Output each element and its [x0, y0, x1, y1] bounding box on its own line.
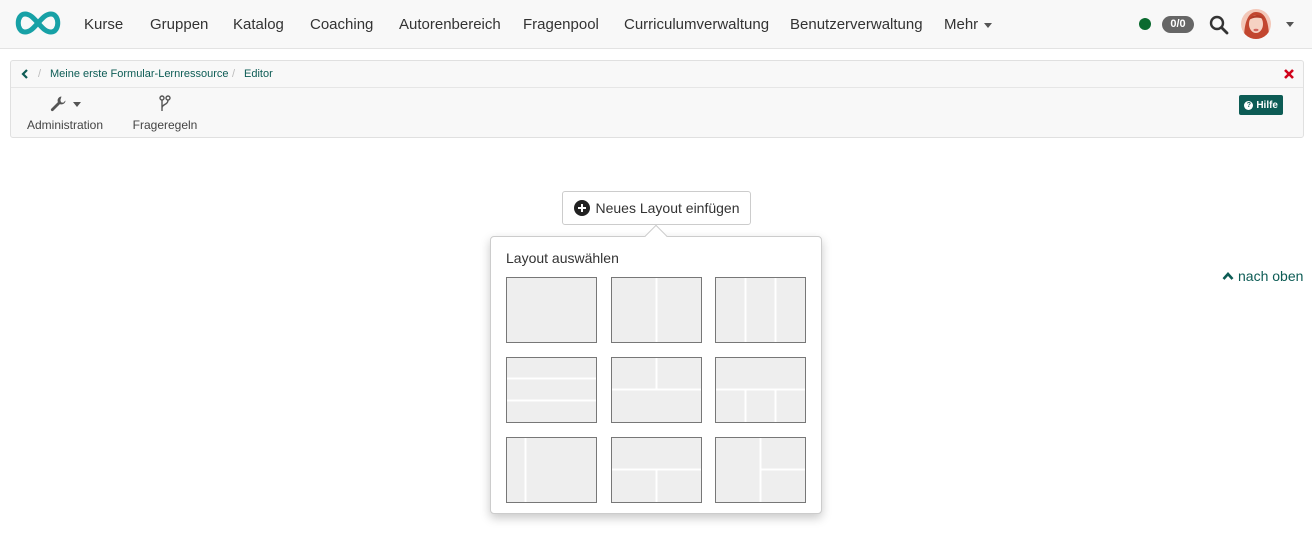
layout-option-left-with-right-split[interactable] — [715, 437, 806, 503]
search-icon[interactable] — [1209, 15, 1229, 35]
popover-arrow — [644, 224, 668, 248]
layout-option-three-columns[interactable] — [715, 277, 806, 343]
nav-benutzerverwaltung[interactable]: Benutzerverwaltung — [790, 16, 923, 33]
layout-option-single-column[interactable] — [506, 277, 597, 343]
frageregeln-button[interactable]: Frageregeln — [130, 94, 200, 132]
popover-title: Layout auswählen — [506, 250, 619, 266]
nav-gruppen[interactable]: Gruppen — [150, 16, 208, 33]
top-navigation: Kurse Gruppen Katalog Coaching Autorenbe… — [0, 0, 1312, 49]
layout-option-two-columns-over-full[interactable] — [611, 357, 702, 423]
nav-coaching[interactable]: Coaching — [310, 16, 373, 33]
breadcrumb-resource-link[interactable]: Meine erste Formular-Lernressource — [50, 68, 229, 80]
layout-three-columns-icon — [715, 277, 806, 343]
nav-katalog[interactable]: Katalog — [233, 16, 284, 33]
openolat-logo[interactable] — [11, 9, 65, 37]
editor-panel: / Meine erste Formular-Lernressource / E… — [10, 60, 1304, 138]
layout-option-two-columns[interactable] — [611, 277, 702, 343]
user-menu-chevron-icon[interactable] — [1286, 22, 1294, 27]
insert-layout-button[interactable]: Neues Layout einfügen — [562, 191, 751, 225]
frageregeln-label: Frageregeln — [132, 118, 198, 132]
layout-narrow-left-wide-right-icon — [506, 437, 597, 503]
layout-two-columns-over-full-icon — [611, 357, 702, 423]
layout-two-columns-icon — [611, 277, 702, 343]
wrench-icon — [50, 96, 66, 112]
nav-kurse[interactable]: Kurse — [84, 16, 123, 33]
nav-fragenpool[interactable]: Fragenpool — [523, 16, 599, 33]
close-icon[interactable] — [1283, 68, 1295, 80]
layout-picker-popover: Layout auswählen — [490, 224, 822, 514]
layout-single-column-icon — [506, 277, 597, 343]
chevron-left-icon[interactable] — [19, 68, 31, 80]
plus-circle-icon — [573, 200, 590, 216]
breadcrumb-separator: / — [232, 68, 236, 80]
help-label: Hilfe — [1256, 99, 1278, 111]
chevron-down-icon — [984, 22, 993, 28]
layout-option-full-over-three-columns[interactable] — [715, 357, 806, 423]
back-to-top-link[interactable]: nach oben — [1222, 268, 1303, 284]
administration-label: Administration — [26, 118, 104, 132]
breadcrumb: / Meine erste Formular-Lernressource / E… — [11, 61, 1303, 88]
layout-left-with-right-split-icon — [715, 437, 806, 503]
help-button[interactable]: ? Hilfe — [1239, 95, 1283, 115]
layout-three-rows-icon — [506, 357, 597, 423]
branch-icon — [159, 95, 171, 111]
notification-counter-badge[interactable]: 0/0 — [1162, 16, 1194, 33]
breadcrumb-separator: / — [38, 68, 42, 80]
administration-button[interactable]: Administration — [25, 94, 105, 132]
layout-option-narrow-left-wide-right[interactable] — [506, 437, 597, 503]
question-icon: ? — [1244, 100, 1254, 110]
layout-full-over-two-columns-icon — [611, 437, 702, 503]
online-status-icon[interactable] — [1139, 18, 1151, 30]
nav-autorenbereich[interactable]: Autorenbereich — [399, 16, 501, 33]
chevron-down-icon — [73, 101, 81, 107]
breadcrumb-editor-link[interactable]: Editor — [244, 68, 273, 80]
insert-layout-label: Neues Layout einfügen — [595, 200, 740, 216]
nav-mehr[interactable]: Mehr — [944, 16, 993, 33]
layout-option-three-rows[interactable] — [506, 357, 597, 423]
nav-curriculumverwaltung[interactable]: Curriculumverwaltung — [624, 16, 769, 33]
nav-mehr-label: Mehr — [944, 16, 979, 33]
back-to-top-label: nach oben — [1238, 268, 1304, 284]
layout-full-over-three-columns-icon — [715, 357, 806, 423]
chevron-up-icon — [1222, 272, 1234, 280]
layout-option-full-over-two-columns[interactable] — [611, 437, 702, 503]
avatar[interactable] — [1241, 9, 1271, 39]
